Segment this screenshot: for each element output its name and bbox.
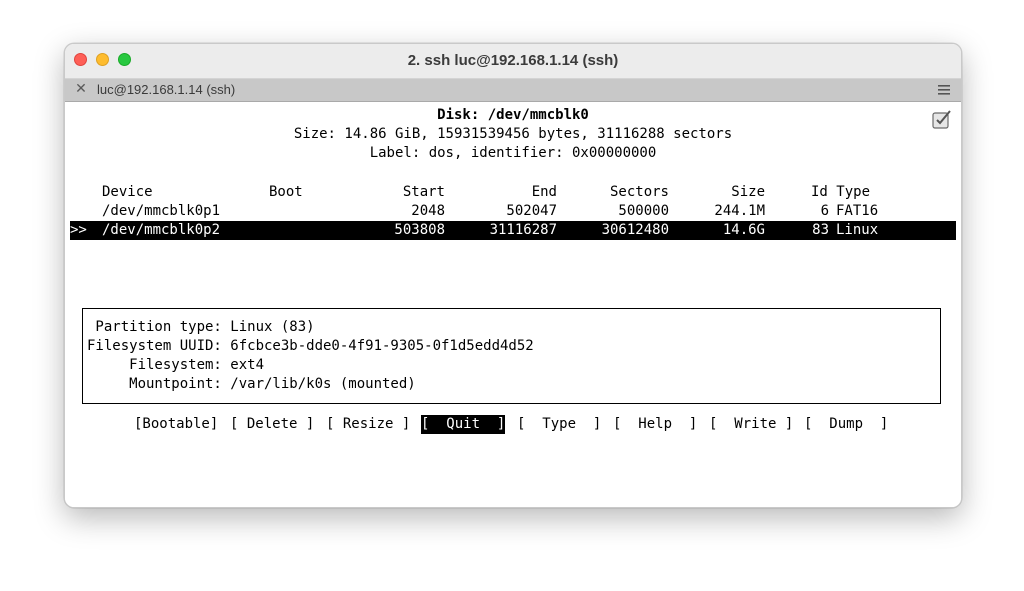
- close-icon[interactable]: ✕: [73, 81, 89, 97]
- row-end: 31116287: [489, 222, 557, 238]
- row-size: 14.6G: [722, 222, 765, 238]
- partition-info-box: Partition type: Linux (83) Filesystem UU…: [82, 308, 941, 404]
- row-sectors: 30612480: [601, 222, 669, 238]
- header-end: End: [531, 184, 557, 200]
- row-id: 6: [820, 203, 829, 219]
- filesystem-line: Filesystem: ext4: [87, 357, 265, 373]
- menu-help[interactable]: [ Help ]: [613, 415, 697, 434]
- row-type: Linux: [836, 222, 879, 238]
- row-sectors: 500000: [618, 203, 669, 219]
- row-marker: >>: [70, 222, 87, 238]
- disk-size-line: Size: 14.86 GiB, 15931539456 bytes, 3111…: [293, 126, 733, 142]
- menu-delete[interactable]: [ Delete ]: [230, 415, 314, 434]
- menu-dump[interactable]: [ Dump ]: [804, 415, 888, 434]
- row-start: 503808: [394, 222, 445, 238]
- tab-ssh-session[interactable]: luc@192.168.1.14 (ssh): [97, 79, 235, 101]
- row-device: /dev/mmcblk0p2: [102, 222, 221, 238]
- tab-bar: ✕ luc@192.168.1.14 (ssh): [65, 79, 961, 102]
- disk-label-line: Label: dos, identifier: 0x00000000: [369, 145, 657, 161]
- table-row-selected[interactable]: >> /dev/mmcblk0p2 503808 31116287 306124…: [70, 221, 956, 240]
- hamburger-menu-icon[interactable]: [936, 82, 952, 98]
- disk-header: Disk: /dev/mmcblk0: [437, 107, 589, 123]
- header-start: Start: [402, 184, 445, 200]
- window-title: 2. ssh luc@192.168.1.14 (ssh): [407, 52, 619, 69]
- row-id: 83: [812, 222, 829, 238]
- terminal-content[interactable]: Disk: /dev/mmcblk0 Size: 14.86 GiB, 1593…: [65, 102, 961, 507]
- row-end: 502047: [506, 203, 557, 219]
- menu-quit[interactable]: [ Quit ]: [421, 415, 506, 434]
- partition-type-line: Partition type: Linux (83): [87, 319, 315, 335]
- terminal-window: 2. ssh luc@192.168.1.14 (ssh) ✕ luc@192.…: [64, 43, 962, 508]
- row-device: /dev/mmcblk0p1: [102, 203, 221, 219]
- row-size: 244.1M: [714, 203, 765, 219]
- menu-resize[interactable]: [ Resize ]: [326, 415, 410, 434]
- menu-type[interactable]: [ Type ]: [517, 415, 601, 434]
- header-id-type: Id Type: [811, 184, 871, 200]
- row-start: 2048: [411, 203, 445, 219]
- menu-write[interactable]: [ Write ]: [709, 415, 793, 434]
- filesystem-uuid-line: Filesystem UUID: 6fcbce3b-dde0-4f91-9305…: [87, 338, 534, 354]
- title-bar: 2. ssh luc@192.168.1.14 (ssh): [65, 44, 961, 79]
- header-size: Size: [731, 184, 765, 200]
- header-boot: Boot: [269, 184, 303, 200]
- header-sectors: Sectors: [609, 184, 669, 200]
- mountpoint-line: Mountpoint: /var/lib/k0s (mounted): [87, 376, 416, 392]
- row-type: FAT16: [836, 203, 879, 219]
- header-device: Device: [102, 184, 153, 200]
- menu-bootable[interactable]: [Bootable]: [134, 415, 218, 434]
